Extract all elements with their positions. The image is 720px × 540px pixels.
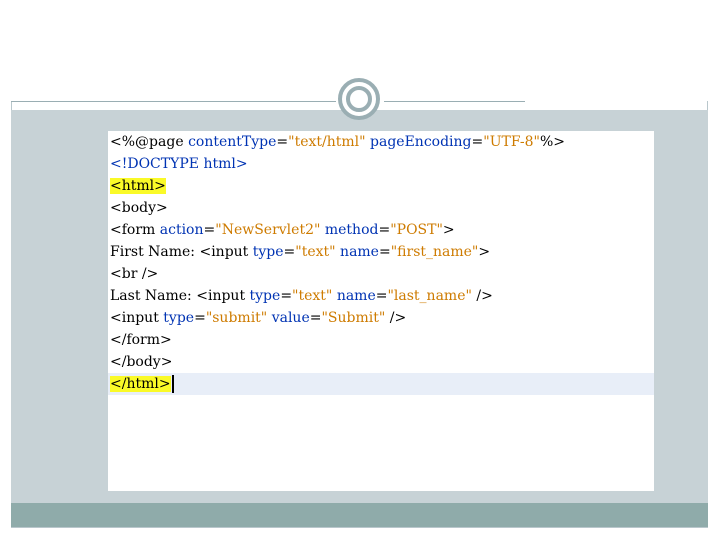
code-line[interactable]: </form> (108, 329, 654, 351)
code-token: pageEncoding (370, 134, 472, 150)
code-token: method (324, 222, 379, 238)
code-token: action (159, 222, 204, 238)
code-token: %> (540, 134, 566, 150)
code-line[interactable]: Last Name: <input type="text" name="last… (108, 285, 654, 307)
code-token: <!DOCTYPE html> (110, 156, 248, 172)
code-token: contentType (188, 134, 277, 150)
code-token: Last Name: (110, 288, 197, 304)
code-token: type (252, 244, 284, 260)
code-token: > (478, 244, 491, 260)
code-token: <%@ (110, 134, 150, 150)
code-token: <html> (110, 178, 166, 194)
code-line[interactable]: <input type="submit" value="Submit" /> (108, 307, 654, 329)
code-line[interactable]: <!DOCTYPE html> (108, 153, 654, 175)
divider-line-right (384, 101, 525, 102)
code-line[interactable]: <%@page contentType="text/html" pageEnco… (108, 131, 654, 153)
code-token: = (378, 222, 391, 238)
code-token: = (276, 134, 289, 150)
code-token: <body> (110, 200, 168, 216)
code-line[interactable]: <br /> (108, 263, 654, 285)
code-token: "last_name" (387, 288, 472, 304)
circle-ornament-icon (338, 78, 380, 120)
code-token: </body> (110, 354, 173, 370)
code-token: = (283, 244, 296, 260)
code-token: <input (199, 244, 253, 260)
code-token: <input (196, 288, 250, 304)
code-token: = (194, 310, 206, 326)
code-token: = (378, 244, 391, 260)
code-line[interactable]: <body> (108, 197, 654, 219)
code-token: = (375, 288, 388, 304)
slide-bottom-bar (11, 503, 708, 527)
code-token: /> (471, 288, 493, 304)
divider-line-left (11, 101, 336, 102)
code-line[interactable]: First Name: <input type="text" name="fir… (108, 241, 654, 263)
code-token: = (203, 222, 216, 238)
code-token: "UTF-8" (483, 134, 540, 150)
code-token: "Submit" (321, 310, 386, 326)
code-token: = (471, 134, 484, 150)
code-token: "text/html" (288, 134, 366, 150)
code-token: <form (110, 222, 160, 238)
code-token: "submit" (205, 310, 268, 326)
code-token: type (249, 288, 281, 304)
code-token: "text" (295, 244, 336, 260)
code-token: "first_name" (390, 244, 479, 260)
code-token: <br /> (110, 266, 159, 282)
code-token: = (309, 310, 322, 326)
code-token: name (340, 244, 379, 260)
code-line[interactable]: </body> (108, 351, 654, 373)
code-token: name (336, 288, 376, 304)
code-token: value (271, 310, 310, 326)
code-token: <input (110, 310, 164, 326)
code-token: </html> (110, 376, 171, 392)
code-token: > (442, 222, 455, 238)
code-token: "POST" (390, 222, 443, 238)
code-token: page (149, 134, 184, 150)
code-token: /> (385, 310, 407, 326)
code-token: First Name: (110, 244, 200, 260)
code-line[interactable]: </html> (108, 373, 654, 395)
code-line[interactable]: <html> (108, 175, 654, 197)
code-editor[interactable]: <%@page contentType="text/html" pageEnco… (108, 131, 654, 491)
code-token: </form> (110, 332, 172, 348)
code-token: "text" (292, 288, 333, 304)
code-line[interactable]: <form action="NewServlet2" method="POST"… (108, 219, 654, 241)
code-token: type (163, 310, 195, 326)
code-token: = (280, 288, 293, 304)
code-token: "NewServlet2" (215, 222, 321, 238)
text-cursor (171, 375, 174, 393)
